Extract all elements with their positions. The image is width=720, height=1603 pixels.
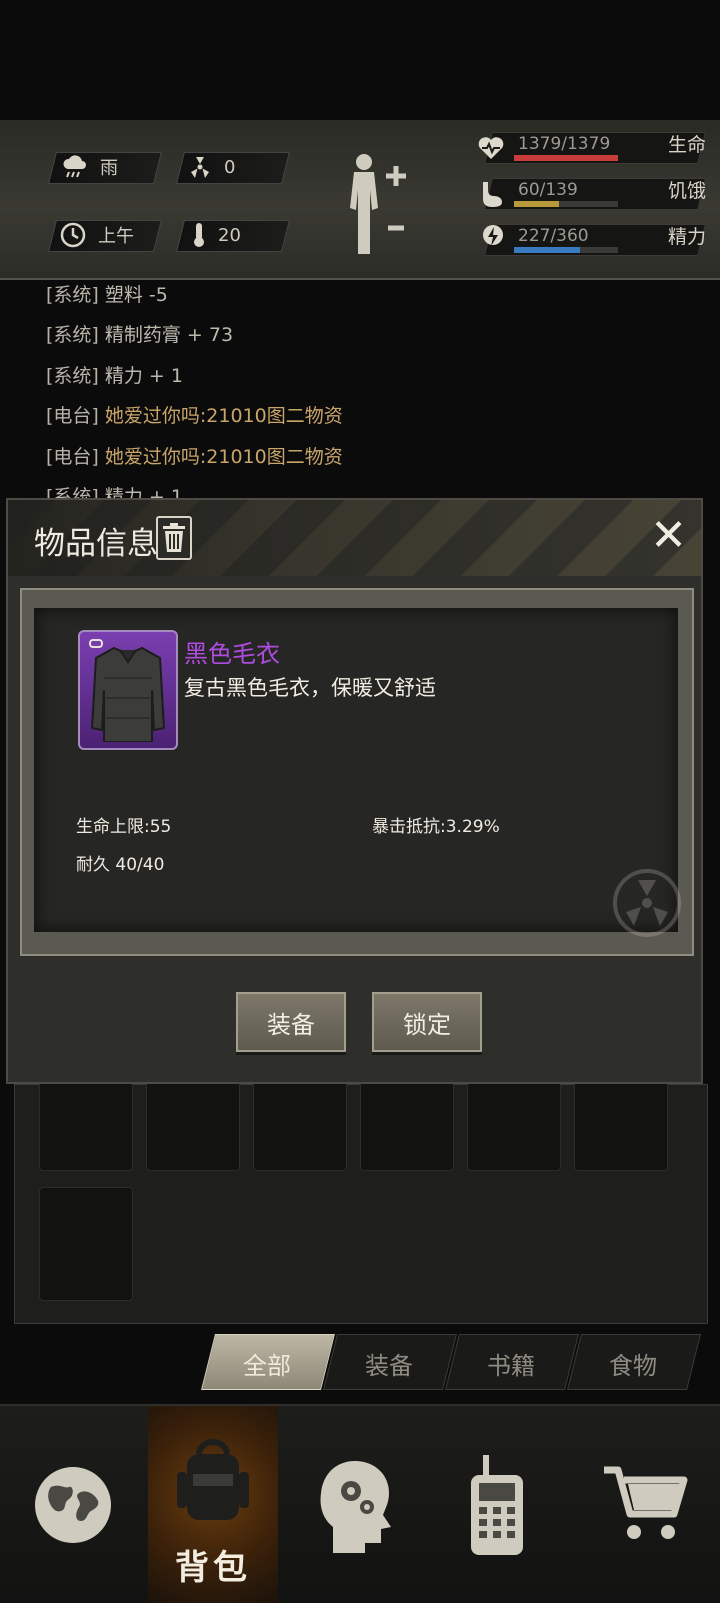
time-chip: 上午	[60, 220, 134, 250]
trash-icon	[163, 523, 185, 552]
log-line: [系统] 精力 + 1	[46, 361, 183, 388]
backpack-icon	[177, 1439, 249, 1520]
inventory-slot[interactable]	[574, 1081, 668, 1171]
body-status-button[interactable]	[344, 150, 414, 260]
log-line: [电台] 她爱过你吗:21010图二物资	[46, 442, 343, 469]
item-slot	[78, 630, 178, 750]
dialog-header: 物品信息 ✕	[8, 500, 701, 576]
nav-backpack-label: 背包	[175, 1548, 251, 1588]
inventory-slot[interactable]	[360, 1081, 454, 1171]
log-message: 精力 + 1	[104, 365, 183, 387]
stat-crit-resist: 暴击抵抗:3.29%	[372, 817, 500, 837]
radiation-chip: 0	[188, 152, 235, 182]
nav-skills[interactable]	[290, 1406, 420, 1603]
inventory-filter-tabs: 全部 装备 书籍 食物	[200, 1334, 701, 1390]
log-tag: [系统]	[46, 324, 99, 346]
energy-label: 精力	[667, 226, 706, 248]
stat-durability: 耐久 40/40	[76, 855, 165, 875]
radiation-watermark-icon	[613, 869, 681, 937]
body-figure-icon	[350, 154, 406, 254]
inventory-slot[interactable]	[253, 1081, 347, 1171]
log-tag: [电台]	[46, 446, 99, 468]
energy-icon	[483, 225, 503, 246]
close-icon[interactable]: ✕	[650, 514, 687, 558]
thermometer-icon	[194, 223, 204, 247]
message-log[interactable]: [系统] 塑料 -5 [系统] 精制药膏 + 73 [系统] 精力 + 1 [电…	[0, 280, 720, 510]
stomach-icon	[483, 182, 502, 207]
log-message: 精制药膏 + 73	[104, 324, 234, 346]
nav-shop[interactable]	[580, 1406, 710, 1603]
hunger-value: 60/139	[518, 180, 578, 200]
head-gears-icon	[320, 1460, 391, 1553]
stat-hp-max: 生命上限:55	[76, 817, 172, 837]
life-label: 生命	[667, 134, 706, 156]
rain-cloud-icon	[63, 155, 86, 178]
inventory-slot[interactable]	[467, 1081, 561, 1171]
status-bar: 雨 0 上午 20 1379/1379 生命 60/139 饥饿 227/360…	[0, 120, 720, 280]
log-message: 她爱过你吗:21010图二物资	[104, 405, 343, 427]
time-label: 上午	[98, 226, 134, 247]
log-tag: [系统]	[46, 365, 99, 387]
life-track	[514, 155, 618, 161]
hunger-label: 饥饿	[667, 180, 706, 202]
hunger-bar: 60/139 饥饿	[472, 172, 706, 210]
temperature-chip: 20	[192, 220, 241, 250]
log-tag: [系统]	[46, 284, 99, 306]
lock-button[interactable]: 锁定	[372, 992, 482, 1052]
item-description: 复古黑色毛衣，保暖又舒适	[184, 676, 436, 700]
log-tag: [电台]	[46, 405, 99, 427]
log-line: [电台] 她爱过你吗:21010图二物资	[46, 401, 343, 428]
clock-icon	[60, 222, 86, 248]
item-detail-panel: 黑色毛衣 复古黑色毛衣，保暖又舒适 生命上限:55 暴击抵抗:3.29% 耐久 …	[20, 588, 694, 956]
inventory-grid	[14, 1081, 708, 1324]
sweater-icon	[89, 639, 166, 742]
radiation-icon	[191, 157, 209, 178]
log-message: 塑料 -5	[104, 284, 168, 306]
bottom-nav: 背包	[0, 1404, 720, 1603]
shopping-cart-icon	[604, 1466, 688, 1539]
item-detail-content: 黑色毛衣 复古黑色毛衣，保暖又舒适 生命上限:55 暴击抵抗:3.29% 耐久 …	[34, 608, 681, 937]
tab-books-label: 书籍	[487, 1352, 535, 1380]
tab-food-label: 食物	[609, 1352, 657, 1380]
dialog-title: 物品信息	[34, 526, 158, 562]
item-info-dialog: 物品信息 ✕ 黑色毛衣 复古黑色毛衣，保暖又舒适 生命上限:55 暴击抵抗:3.…	[6, 498, 703, 1084]
log-message: 她爱过你吗:21010图二物资	[104, 446, 343, 468]
energy-value: 227/360	[518, 226, 589, 246]
temperature-value: 20	[218, 224, 241, 246]
globe-icon	[35, 1466, 111, 1543]
weather-chip: 雨	[62, 152, 118, 182]
log-line: [系统] 精制药膏 + 73	[46, 320, 233, 347]
log-line: [系统] 塑料 -5	[46, 280, 168, 307]
nav-world[interactable]	[8, 1406, 138, 1603]
energy-bar: 227/360 精力	[472, 218, 706, 256]
inventory-slot[interactable]	[39, 1187, 133, 1301]
heart-icon	[478, 137, 504, 159]
energy-fill	[514, 247, 580, 253]
nav-radio[interactable]	[432, 1406, 562, 1603]
equip-button[interactable]: 装备	[236, 992, 346, 1052]
tab-all-label: 全部	[243, 1352, 291, 1380]
weather-label: 雨	[100, 158, 118, 179]
radiation-value: 0	[224, 156, 236, 178]
discard-button[interactable]	[156, 516, 192, 560]
nav-backpack[interactable]: 背包	[148, 1406, 278, 1603]
hunger-track	[514, 201, 618, 207]
inventory-slot[interactable]	[146, 1081, 240, 1171]
item-name: 黑色毛衣	[184, 640, 280, 668]
tab-equipment-label: 装备	[365, 1352, 413, 1380]
life-bar: 1379/1379 生命	[472, 126, 706, 164]
life-fill	[514, 155, 618, 161]
energy-track	[514, 247, 618, 253]
inventory-slot[interactable]	[39, 1081, 133, 1171]
walkie-talkie-icon	[471, 1454, 523, 1555]
life-value: 1379/1379	[518, 134, 611, 154]
hunger-fill	[514, 201, 559, 207]
